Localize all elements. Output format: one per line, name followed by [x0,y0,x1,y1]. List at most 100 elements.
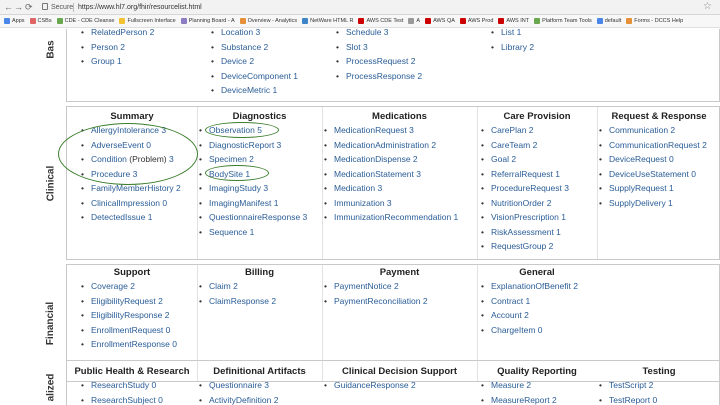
bookmark-aws-qa[interactable]: AWS QA [425,18,455,24]
resource-link-condition[interactable]: Condition [91,154,127,164]
bookmark-star-icon[interactable]: ☆ [703,1,712,12]
resource-link-enrollmentresponse[interactable]: EnrollmentResponse 0 [91,339,177,349]
bookmark-netware-html-r[interactable]: NetWare HTML R [302,18,353,24]
resource-link-imagingstudy[interactable]: ImagingStudy 3 [209,183,268,193]
reload-icon[interactable]: ⟳ [25,2,33,13]
resource-link-guidanceresponse[interactable]: GuidanceResponse 2 [334,380,416,390]
bookmark-fullscreen-interface[interactable]: Fullscreen Interface [119,18,176,24]
resource-link-goal[interactable]: Goal 2 [491,154,516,164]
resource-list-item: SupplyRequest 1 [599,181,707,196]
resource-link-medicationdispense[interactable]: MedicationDispense 2 [334,154,418,164]
resource-link-diagnosticreport[interactable]: DiagnosticReport 3 [209,140,281,150]
resource-link-group[interactable]: Group 1 [91,56,122,66]
resource-link-location[interactable]: Location 3 [221,29,260,37]
resource-link-procedure[interactable]: Procedure [91,169,130,179]
url-field[interactable]: https://www.hl7.org/fhir/resourcelist.ht… [78,2,202,13]
bookmark-platform-team-tools[interactable]: Platform Team Tools [534,18,592,24]
resource-link-supplydelivery[interactable]: SupplyDelivery 1 [609,198,673,208]
resource-link-careplan[interactable]: CarePlan 2 [491,125,534,135]
bookmark-aws-prod[interactable]: AWS Prod [459,18,493,24]
resource-link-deviceusestatement[interactable]: DeviceUseStatement 0 [609,169,696,179]
resource-link-claimresponse[interactable]: ClaimResponse 2 [209,296,276,306]
resource-link-familymemberhistory[interactable]: FamilyMemberHistory [91,183,174,193]
resource-link-requestgroup[interactable]: RequestGroup 2 [491,241,553,251]
bookmark-default[interactable]: default [596,18,621,24]
maturity-count: 3 [132,168,138,179]
resource-link-visionprescription[interactable]: VisionPrescription 1 [491,212,566,222]
resource-link-explanationofbenefit[interactable]: ExplanationOfBenefit 2 [491,281,578,291]
resource-link-immunizationrecommendation[interactable]: ImmunizationRecommendation 1 [334,212,458,222]
resource-link-immunization[interactable]: Immunization 3 [334,198,392,208]
bookmark-label: AWS INT [506,18,530,24]
resource-link-medicationstatement[interactable]: MedicationStatement 3 [334,169,421,179]
bookmark-favicon-icon [239,18,246,24]
bookmark-a[interactable]: A [408,18,420,24]
resource-link-contract[interactable]: Contract 1 [491,296,530,306]
bookmark-aws-cde-test[interactable]: AWS CDE Test [358,18,403,24]
forward-icon[interactable]: → [14,2,23,13]
resource-link-library[interactable]: Library 2 [501,42,534,52]
resource-link-chargeitem[interactable]: ChargeItem 0 [491,325,543,335]
resource-link-referralrequest[interactable]: ReferralRequest 1 [491,169,560,179]
resource-list-item: Contract 1 [481,294,578,309]
resource-link-nutritionorder[interactable]: NutritionOrder 2 [491,198,551,208]
resource-link-clinicalimpression[interactable]: ClinicalImpression [91,198,160,208]
resource-link-procedurerequest[interactable]: ProcedureRequest 3 [491,183,569,193]
resource-link-questionnaireresponse[interactable]: QuestionnaireResponse 3 [209,212,307,222]
back-icon[interactable]: ← [4,2,13,13]
resource-link-detectedissue[interactable]: DetectedIssue [91,212,145,222]
resource-link-supplyrequest[interactable]: SupplyRequest 1 [609,183,674,193]
bookmark-csbs[interactable]: CSBs [29,18,52,24]
resource-link-researchstudy[interactable]: ResearchStudy 0 [91,380,156,390]
resource-link-eligibilityrequest[interactable]: EligibilityRequest 2 [91,296,163,306]
resource-link-enrollmentrequest[interactable]: EnrollmentRequest 0 [91,325,170,335]
resource-link-person[interactable]: Person 2 [91,42,125,52]
bookmark-forms-dccs-help[interactable]: Forms - DCCS Help [626,18,683,24]
resource-link-paymentnotice[interactable]: PaymentNotice 2 [334,281,399,291]
resource-link-substance[interactable]: Substance 2 [221,42,268,52]
bookmark-apps[interactable]: Apps [4,18,25,24]
resource-link-specimen[interactable]: Specimen 2 [209,154,254,164]
resource-link-slot[interactable]: Slot 3 [346,42,368,52]
resource-link-adverseevent[interactable]: AdverseEvent [91,140,144,150]
resource-link-imagingmanifest[interactable]: ImagingManifest 1 [209,198,278,208]
bookmark-cde-cde-cleanse[interactable]: CDE - CDE Cleanse [56,18,114,24]
resource-link-medicationrequest[interactable]: MedicationRequest 3 [334,125,414,135]
resource-link-eligibilityresponse[interactable]: EligibilityResponse 2 [91,310,169,320]
resource-list-item: CommunicationRequest 2 [599,138,707,153]
bookmark-planning-board-a[interactable]: Planning Board - A [180,18,235,24]
resource-link-researchsubject[interactable]: ResearchSubject 0 [91,395,163,405]
resource-link-devicerequest[interactable]: DeviceRequest 0 [609,154,674,164]
resource-link-devicemetric[interactable]: DeviceMetric 1 [221,85,277,95]
resource-link-schedule[interactable]: Schedule 3 [346,29,389,37]
resource-link-questionnaire[interactable]: Questionnaire 3 [209,380,269,390]
resource-link-allergyintolerance[interactable]: AllergyIntolerance [91,125,159,135]
resource-link-bodysite[interactable]: BodySite 1 [209,169,250,179]
resource-link-testscript[interactable]: TestScript 2 [609,380,653,390]
testing-title: Testing [642,366,676,377]
resource-link-devicecomponent[interactable]: DeviceComponent 1 [221,71,298,81]
resource-link-activitydefinition[interactable]: ActivityDefinition 2 [209,395,278,405]
resource-link-coverage[interactable]: Coverage 2 [91,281,135,291]
resource-link-processresponse[interactable]: ProcessResponse 2 [346,71,422,81]
resource-link-processrequest[interactable]: ProcessRequest 2 [346,56,415,66]
resource-link-device[interactable]: Device 2 [221,56,254,66]
resource-link-account[interactable]: Account 2 [491,310,529,320]
resource-link-relatedperson[interactable]: RelatedPerson 2 [91,29,154,37]
resource-link-communicationrequest[interactable]: CommunicationRequest 2 [609,140,707,150]
resource-link-medication[interactable]: Medication 3 [334,183,382,193]
resource-link-claim[interactable]: Claim 2 [209,281,238,291]
resource-link-testreport[interactable]: TestReport 0 [609,395,657,405]
resource-link-list[interactable]: List 1 [501,29,521,37]
bookmark-aws-int[interactable]: AWS INT [498,18,529,24]
resource-link-riskassessment[interactable]: RiskAssessment 1 [491,227,561,237]
bookmark-overview-analytics[interactable]: Overview - Analytics [239,18,297,24]
resource-link-communication[interactable]: Communication 2 [609,125,675,135]
resource-link-measurereport[interactable]: MeasureReport 2 [491,395,557,405]
resource-link-measure[interactable]: Measure 2 [491,380,531,390]
resource-link-observation[interactable]: Observation 5 [209,125,262,135]
resource-link-careteam[interactable]: CareTeam 2 [491,140,537,150]
resource-link-paymentreconciliation[interactable]: PaymentReconciliation 2 [334,296,428,306]
resource-link-medicationadministration[interactable]: MedicationAdministration 2 [334,140,436,150]
resource-link-sequence[interactable]: Sequence 1 [209,227,254,237]
